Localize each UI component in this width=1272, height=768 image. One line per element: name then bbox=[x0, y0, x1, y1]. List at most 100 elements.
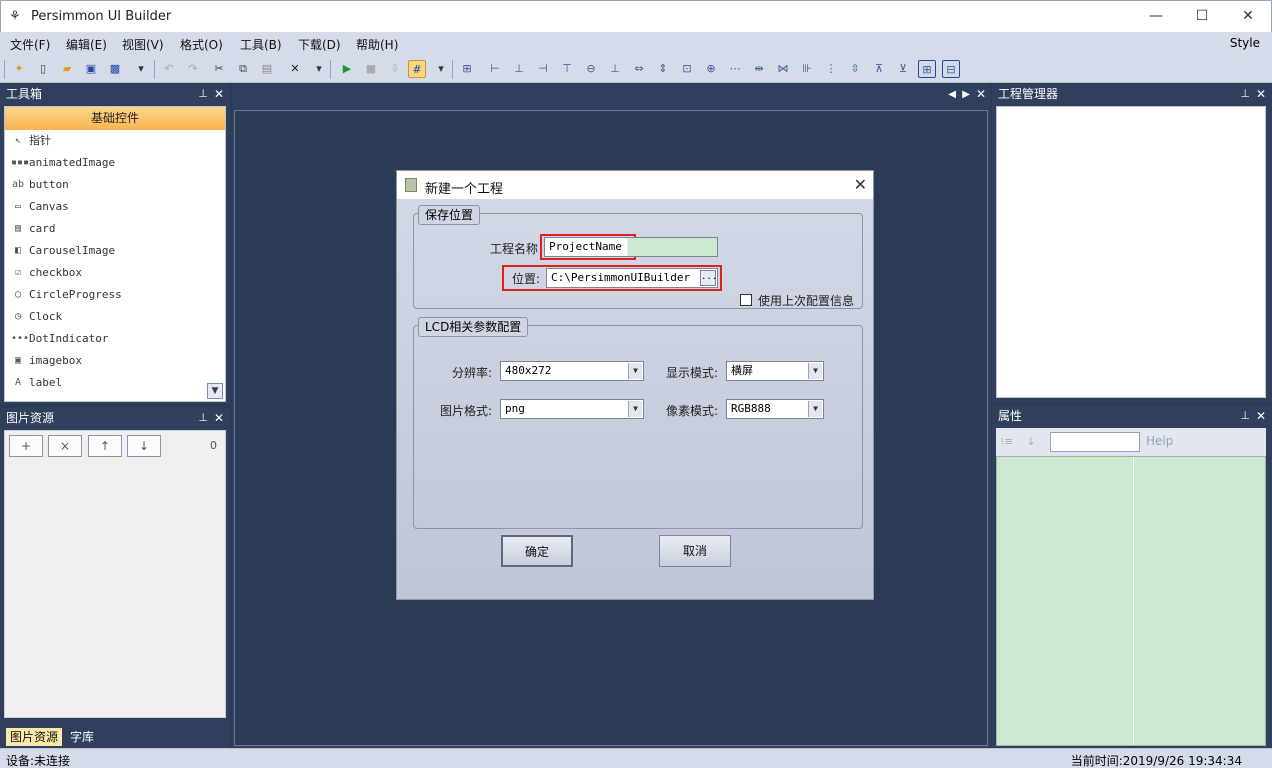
cancel-button[interactable]: 取消 bbox=[659, 535, 731, 567]
pin-icon[interactable]: ⊥ bbox=[198, 408, 208, 428]
align-bottom-icon[interactable]: ⊥ bbox=[606, 60, 624, 78]
properties-search-input[interactable] bbox=[1050, 432, 1140, 452]
menu-download[interactable]: 下载(D) bbox=[298, 36, 341, 53]
cut-icon[interactable]: ✂ bbox=[210, 60, 228, 78]
menu-view[interactable]: 视图(V) bbox=[122, 36, 164, 53]
scroll-left-icon[interactable]: ◀ bbox=[948, 89, 956, 100]
tool-item-list: ↖ 指针 ▪▪▪ animatedImage ab button ▭ Canvas ▤ card ◧… bbox=[5, 130, 225, 394]
h-spacing-remove-icon[interactable]: ⊪ bbox=[798, 60, 816, 78]
categorized-icon[interactable]: ⁝≡ bbox=[998, 433, 1016, 451]
toolbox-item[interactable]: ▭ Canvas bbox=[5, 196, 225, 218]
sort-alpha-icon[interactable]: ↓ bbox=[1022, 433, 1040, 451]
close-icon[interactable]: ✕ bbox=[214, 408, 224, 428]
toolbox-item[interactable]: ••• DotIndicator bbox=[5, 328, 225, 350]
tab-font-library[interactable]: 字库 bbox=[66, 728, 98, 746]
close-button[interactable]: ✕ bbox=[1225, 1, 1271, 32]
v-spacing-decrease-icon[interactable]: ⊼ bbox=[870, 60, 888, 78]
save-icon[interactable]: ▣ bbox=[82, 60, 100, 78]
move-up-button[interactable]: ↑ bbox=[88, 435, 122, 457]
v-spacing-increase-icon[interactable]: ⇳ bbox=[846, 60, 864, 78]
align-right-icon[interactable]: ⊣ bbox=[534, 60, 552, 78]
undo-icon[interactable]: ↶ bbox=[160, 60, 178, 78]
minimize-button[interactable]: — bbox=[1133, 1, 1179, 32]
close-icon[interactable]: ✕ bbox=[1256, 406, 1266, 426]
use-last-config-checkbox[interactable] bbox=[740, 294, 752, 306]
open-folder-icon[interactable]: ▰ bbox=[58, 60, 76, 78]
v-spacing-remove-icon[interactable]: ⊻ bbox=[894, 60, 912, 78]
pixel-mode-select[interactable]: RGB888 ▼ bbox=[726, 399, 824, 419]
toolbox-item[interactable]: ◧ CarouselImage bbox=[5, 240, 225, 262]
remove-resource-button[interactable]: × bbox=[48, 435, 82, 457]
ok-button[interactable]: 确定 bbox=[501, 535, 573, 567]
new-project-icon[interactable]: ✦ bbox=[10, 60, 28, 78]
v-spacing-icon[interactable]: ⋮ bbox=[822, 60, 840, 78]
menu-edit[interactable]: 编辑(E) bbox=[66, 36, 107, 53]
image-format-select[interactable]: png ▼ bbox=[500, 399, 644, 419]
stop-icon[interactable]: ■ bbox=[362, 60, 380, 78]
toolbar-overflow-icon[interactable]: ▾ bbox=[432, 60, 450, 78]
toolbar-overflow-icon[interactable]: ▾ bbox=[310, 60, 328, 78]
dialog-close-icon[interactable]: ✕ bbox=[854, 175, 867, 194]
help-link[interactable]: Help bbox=[1146, 434, 1173, 448]
location-input[interactable]: C:\PersimmonUIBuilder ... bbox=[546, 268, 718, 288]
paste-icon[interactable]: ▤ bbox=[258, 60, 276, 78]
project-tree[interactable] bbox=[996, 106, 1266, 398]
align-middle-icon[interactable]: ⊖ bbox=[582, 60, 600, 78]
toolbox-item[interactable]: ☑ checkbox bbox=[5, 262, 225, 284]
toolbox-item[interactable]: ▪▪▪ animatedImage bbox=[5, 152, 225, 174]
browse-button[interactable]: ... bbox=[700, 270, 717, 286]
scroll-right-icon[interactable]: ▶ bbox=[962, 89, 970, 100]
move-down-button[interactable]: ↓ bbox=[127, 435, 161, 457]
toolbox-item[interactable]: ◯ CircleProgress bbox=[5, 284, 225, 306]
scroll-down-icon[interactable]: ▼ bbox=[207, 383, 223, 399]
add-resource-button[interactable]: + bbox=[9, 435, 43, 457]
download-icon[interactable]: ⇩ bbox=[386, 60, 404, 78]
align-top-icon[interactable]: ⊤ bbox=[558, 60, 576, 78]
toolbox-item[interactable]: Alabel bbox=[5, 372, 225, 394]
copy-icon[interactable]: ⧉ bbox=[234, 60, 252, 78]
dialog-titlebar: 新建一个工程 ✕ bbox=[397, 171, 873, 199]
toolbox-item[interactable]: ▣ imagebox bbox=[5, 350, 225, 372]
property-grid[interactable] bbox=[996, 456, 1266, 746]
grid-icon[interactable]: # bbox=[408, 60, 426, 78]
align-select-icon[interactable]: ⊞ bbox=[458, 60, 476, 78]
tab-image-resources[interactable]: 图片资源 bbox=[6, 728, 63, 746]
toolbox-item[interactable]: ◷ Clock bbox=[5, 306, 225, 328]
delete-icon[interactable]: ✕ bbox=[286, 60, 304, 78]
toolbox-item[interactable]: ▤ card bbox=[5, 218, 225, 240]
toolbox-item[interactable]: ab button bbox=[5, 174, 225, 196]
align-center-icon[interactable]: ⊥ bbox=[510, 60, 528, 78]
h-spacing-decrease-icon[interactable]: ⋈ bbox=[774, 60, 792, 78]
run-icon[interactable]: ▶ bbox=[338, 60, 356, 78]
project-name-input[interactable]: ProjectName bbox=[544, 237, 718, 257]
center-horizontal-icon[interactable]: ⊞ bbox=[918, 60, 936, 78]
same-height-icon[interactable]: ⇕ bbox=[654, 60, 672, 78]
save-all-icon[interactable]: ▩ bbox=[106, 60, 124, 78]
h-spacing-icon[interactable]: ⋯ bbox=[726, 60, 744, 78]
pin-icon[interactable]: ⊥ bbox=[1240, 84, 1250, 104]
style-menu[interactable]: Style bbox=[1230, 36, 1260, 50]
menu-tools[interactable]: 工具(B) bbox=[240, 36, 282, 53]
new-file-icon[interactable]: ▯ bbox=[34, 60, 52, 78]
redo-icon[interactable]: ↷ bbox=[184, 60, 202, 78]
align-left-icon[interactable]: ⊢ bbox=[486, 60, 504, 78]
menu-format[interactable]: 格式(O) bbox=[180, 36, 223, 53]
center-icon[interactable]: ⊕ bbox=[702, 60, 720, 78]
toolbar-overflow-icon[interactable]: ▾ bbox=[132, 60, 150, 78]
maximize-button[interactable]: ☐ bbox=[1179, 1, 1225, 32]
menu-help[interactable]: 帮助(H) bbox=[356, 36, 398, 53]
same-size-icon[interactable]: ⊡ bbox=[678, 60, 696, 78]
menu-file[interactable]: 文件(F) bbox=[10, 36, 50, 53]
pin-icon[interactable]: ⊥ bbox=[198, 84, 208, 104]
toolbox-tab-basic[interactable]: 基础控件 bbox=[5, 107, 225, 130]
h-spacing-increase-icon[interactable]: ⇹ bbox=[750, 60, 768, 78]
pin-icon[interactable]: ⊥ bbox=[1240, 406, 1250, 426]
close-icon[interactable]: ✕ bbox=[1256, 84, 1266, 104]
display-mode-select[interactable]: 横屏 ▼ bbox=[726, 361, 824, 381]
center-vertical-icon[interactable]: ⊟ bbox=[942, 60, 960, 78]
close-icon[interactable]: ✕ bbox=[214, 84, 224, 104]
toolbox-item[interactable]: ↖ 指针 bbox=[5, 130, 225, 152]
close-document-icon[interactable]: ✕ bbox=[976, 87, 986, 101]
resolution-select[interactable]: 480x272 ▼ bbox=[500, 361, 644, 381]
same-width-icon[interactable]: ⇔ bbox=[630, 60, 648, 78]
